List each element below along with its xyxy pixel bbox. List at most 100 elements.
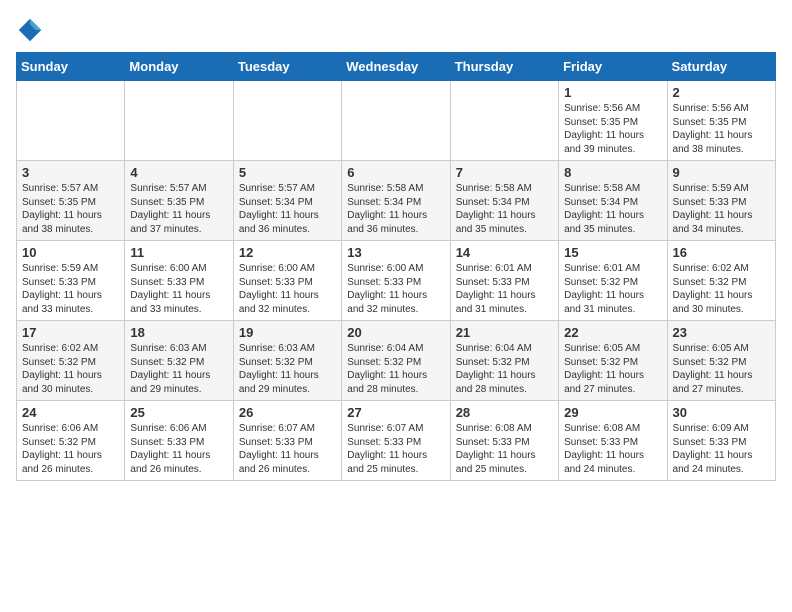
calendar-week-row: 17Sunrise: 6:02 AM Sunset: 5:32 PM Dayli… bbox=[17, 321, 776, 401]
calendar-cell: 4 Sunrise: 5:57 AM Sunset: 5:35 PM Daylig… bbox=[125, 161, 233, 241]
page-header bbox=[16, 16, 776, 44]
weekday-header: Monday bbox=[125, 53, 233, 81]
day-number: 22 bbox=[564, 325, 661, 340]
calendar-header-row: SundayMondayTuesdayWednesdayThursdayFrid… bbox=[17, 53, 776, 81]
cell-info: Sunrise: 5:56 AM Sunset: 5:35 PM Dayligh… bbox=[564, 102, 661, 156]
calendar-cell: 13Sunrise: 6:00 AM Sunset: 5:33 PM Dayli… bbox=[342, 241, 450, 321]
day-number: 13 bbox=[347, 245, 444, 260]
calendar-cell: 1 Sunrise: 5:56 AM Sunset: 5:35 PM Daylig… bbox=[559, 81, 667, 161]
cell-info: Sunrise: 5:58 AM Sunset: 5:34 PM Dayligh… bbox=[347, 182, 444, 236]
cell-info: Sunrise: 6:01 AM Sunset: 5:33 PM Dayligh… bbox=[456, 262, 553, 316]
day-number: 17 bbox=[22, 325, 119, 340]
calendar-table: SundayMondayTuesdayWednesdayThursdayFrid… bbox=[16, 52, 776, 481]
calendar-cell: 18Sunrise: 6:03 AM Sunset: 5:32 PM Dayli… bbox=[125, 321, 233, 401]
calendar-cell: 10 Sunrise: 5:59 AM Sunset: 5:33 PM Dayli… bbox=[17, 241, 125, 321]
cell-info: Sunrise: 5:57 AM Sunset: 5:35 PM Dayligh… bbox=[22, 182, 119, 236]
calendar-cell: 27 Sunrise: 6:07 AM Sunset: 5:33 PM Dayli… bbox=[342, 401, 450, 481]
calendar-cell: 20 Sunrise: 6:04 AM Sunset: 5:32 PM Dayli… bbox=[342, 321, 450, 401]
weekday-header: Thursday bbox=[450, 53, 558, 81]
cell-info: Sunrise: 6:00 AM Sunset: 5:33 PM Dayligh… bbox=[130, 262, 227, 316]
day-number: 18 bbox=[130, 325, 227, 340]
calendar-cell: 3 Sunrise: 5:57 AM Sunset: 5:35 PM Daylig… bbox=[17, 161, 125, 241]
logo bbox=[16, 16, 48, 44]
calendar-cell bbox=[450, 81, 558, 161]
day-number: 29 bbox=[564, 405, 661, 420]
calendar-cell bbox=[17, 81, 125, 161]
cell-info: Sunrise: 6:04 AM Sunset: 5:32 PM Dayligh… bbox=[456, 342, 553, 396]
calendar-cell: 21Sunrise: 6:04 AM Sunset: 5:32 PM Dayli… bbox=[450, 321, 558, 401]
day-number: 2 bbox=[673, 85, 770, 100]
day-number: 16 bbox=[673, 245, 770, 260]
day-number: 25 bbox=[130, 405, 227, 420]
cell-info: Sunrise: 6:07 AM Sunset: 5:33 PM Dayligh… bbox=[347, 422, 444, 476]
weekday-header: Sunday bbox=[17, 53, 125, 81]
calendar-cell: 5Sunrise: 5:57 AM Sunset: 5:34 PM Daylig… bbox=[233, 161, 341, 241]
cell-info: Sunrise: 6:08 AM Sunset: 5:33 PM Dayligh… bbox=[456, 422, 553, 476]
calendar-cell: 15 Sunrise: 6:01 AM Sunset: 5:32 PM Dayli… bbox=[559, 241, 667, 321]
cell-info: Sunrise: 6:06 AM Sunset: 5:32 PM Dayligh… bbox=[22, 422, 119, 476]
cell-info: Sunrise: 6:05 AM Sunset: 5:32 PM Dayligh… bbox=[673, 342, 770, 396]
day-number: 27 bbox=[347, 405, 444, 420]
day-number: 28 bbox=[456, 405, 553, 420]
cell-info: Sunrise: 6:01 AM Sunset: 5:32 PM Dayligh… bbox=[564, 262, 661, 316]
cell-info: Sunrise: 5:59 AM Sunset: 5:33 PM Dayligh… bbox=[22, 262, 119, 316]
cell-info: Sunrise: 6:09 AM Sunset: 5:33 PM Dayligh… bbox=[673, 422, 770, 476]
day-number: 6 bbox=[347, 165, 444, 180]
cell-info: Sunrise: 6:03 AM Sunset: 5:32 PM Dayligh… bbox=[239, 342, 336, 396]
weekday-header: Saturday bbox=[667, 53, 775, 81]
calendar-cell: 29 Sunrise: 6:08 AM Sunset: 5:33 PM Dayli… bbox=[559, 401, 667, 481]
cell-info: Sunrise: 6:04 AM Sunset: 5:32 PM Dayligh… bbox=[347, 342, 444, 396]
weekday-header: Tuesday bbox=[233, 53, 341, 81]
calendar-cell: 23 Sunrise: 6:05 AM Sunset: 5:32 PM Dayli… bbox=[667, 321, 775, 401]
day-number: 9 bbox=[673, 165, 770, 180]
calendar-cell bbox=[342, 81, 450, 161]
calendar-cell bbox=[125, 81, 233, 161]
calendar-cell: 11 Sunrise: 6:00 AM Sunset: 5:33 PM Dayli… bbox=[125, 241, 233, 321]
day-number: 1 bbox=[564, 85, 661, 100]
calendar-cell bbox=[233, 81, 341, 161]
day-number: 3 bbox=[22, 165, 119, 180]
weekday-header: Wednesday bbox=[342, 53, 450, 81]
cell-info: Sunrise: 5:57 AM Sunset: 5:35 PM Dayligh… bbox=[130, 182, 227, 236]
day-number: 26 bbox=[239, 405, 336, 420]
calendar-cell: 6 Sunrise: 5:58 AM Sunset: 5:34 PM Daylig… bbox=[342, 161, 450, 241]
calendar-cell: 17Sunrise: 6:02 AM Sunset: 5:32 PM Dayli… bbox=[17, 321, 125, 401]
cell-info: Sunrise: 6:07 AM Sunset: 5:33 PM Dayligh… bbox=[239, 422, 336, 476]
day-number: 20 bbox=[347, 325, 444, 340]
calendar-cell: 2Sunrise: 5:56 AM Sunset: 5:35 PM Daylig… bbox=[667, 81, 775, 161]
calendar-cell: 14 Sunrise: 6:01 AM Sunset: 5:33 PM Dayli… bbox=[450, 241, 558, 321]
day-number: 14 bbox=[456, 245, 553, 260]
cell-info: Sunrise: 6:02 AM Sunset: 5:32 PM Dayligh… bbox=[673, 262, 770, 316]
weekday-header: Friday bbox=[559, 53, 667, 81]
calendar-cell: 12 Sunrise: 6:00 AM Sunset: 5:33 PM Dayli… bbox=[233, 241, 341, 321]
cell-info: Sunrise: 5:58 AM Sunset: 5:34 PM Dayligh… bbox=[456, 182, 553, 236]
day-number: 23 bbox=[673, 325, 770, 340]
day-number: 15 bbox=[564, 245, 661, 260]
cell-info: Sunrise: 5:59 AM Sunset: 5:33 PM Dayligh… bbox=[673, 182, 770, 236]
day-number: 12 bbox=[239, 245, 336, 260]
calendar-week-row: 10 Sunrise: 5:59 AM Sunset: 5:33 PM Dayli… bbox=[17, 241, 776, 321]
cell-info: Sunrise: 6:00 AM Sunset: 5:33 PM Dayligh… bbox=[239, 262, 336, 316]
cell-info: Sunrise: 6:05 AM Sunset: 5:32 PM Dayligh… bbox=[564, 342, 661, 396]
cell-info: Sunrise: 5:58 AM Sunset: 5:34 PM Dayligh… bbox=[564, 182, 661, 236]
cell-info: Sunrise: 5:57 AM Sunset: 5:34 PM Dayligh… bbox=[239, 182, 336, 236]
calendar-cell: 24Sunrise: 6:06 AM Sunset: 5:32 PM Dayli… bbox=[17, 401, 125, 481]
calendar-cell: 26 Sunrise: 6:07 AM Sunset: 5:33 PM Dayli… bbox=[233, 401, 341, 481]
day-number: 11 bbox=[130, 245, 227, 260]
cell-info: Sunrise: 6:08 AM Sunset: 5:33 PM Dayligh… bbox=[564, 422, 661, 476]
calendar-cell: 19 Sunrise: 6:03 AM Sunset: 5:32 PM Dayli… bbox=[233, 321, 341, 401]
calendar-cell: 22 Sunrise: 6:05 AM Sunset: 5:32 PM Dayli… bbox=[559, 321, 667, 401]
cell-info: Sunrise: 6:06 AM Sunset: 5:33 PM Dayligh… bbox=[130, 422, 227, 476]
day-number: 19 bbox=[239, 325, 336, 340]
calendar-cell: 25 Sunrise: 6:06 AM Sunset: 5:33 PM Dayli… bbox=[125, 401, 233, 481]
calendar-cell: 16 Sunrise: 6:02 AM Sunset: 5:32 PM Dayli… bbox=[667, 241, 775, 321]
calendar-week-row: 24Sunrise: 6:06 AM Sunset: 5:32 PM Dayli… bbox=[17, 401, 776, 481]
day-number: 30 bbox=[673, 405, 770, 420]
calendar-cell: 8 Sunrise: 5:58 AM Sunset: 5:34 PM Daylig… bbox=[559, 161, 667, 241]
day-number: 8 bbox=[564, 165, 661, 180]
day-number: 10 bbox=[22, 245, 119, 260]
calendar-cell: 7Sunrise: 5:58 AM Sunset: 5:34 PM Daylig… bbox=[450, 161, 558, 241]
day-number: 4 bbox=[130, 165, 227, 180]
logo-icon bbox=[16, 16, 44, 44]
calendar-cell: 28 Sunrise: 6:08 AM Sunset: 5:33 PM Dayli… bbox=[450, 401, 558, 481]
